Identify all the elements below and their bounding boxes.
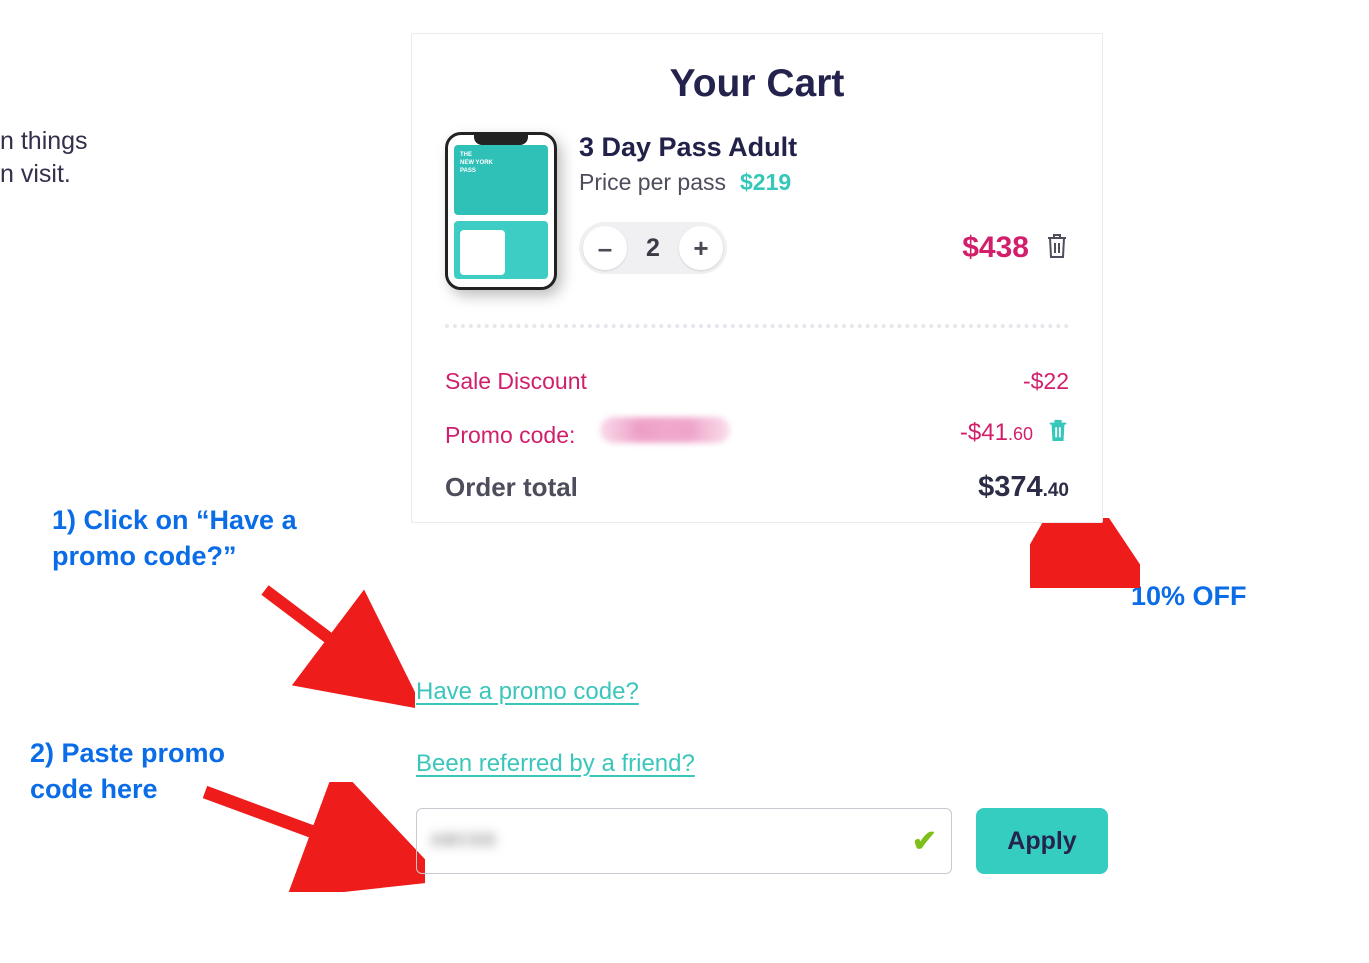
- promo-code-input-wrap: ABCDE ✔: [416, 808, 952, 874]
- promo-code-input[interactable]: [498, 827, 912, 855]
- redacted-promo-code: [600, 417, 730, 443]
- apply-button[interactable]: Apply: [976, 808, 1108, 874]
- sale-discount-row: Sale Discount -$22: [445, 368, 1069, 395]
- cart-item: THE NEW YORK PASS 3 Day Pass Adult Price…: [445, 132, 1069, 290]
- promo-code-value: -$41.60: [960, 419, 1033, 447]
- sale-discount-label: Sale Discount: [445, 368, 587, 395]
- check-icon: ✔: [912, 824, 937, 859]
- referred-by-friend-link[interactable]: Been referred by a friend?: [416, 750, 695, 778]
- order-total-value: $374.40: [978, 471, 1069, 504]
- cart-title: Your Cart: [445, 62, 1069, 106]
- cart-panel: Your Cart THE NEW YORK PASS 3 Day Pass A…: [411, 33, 1103, 523]
- order-total-label: Order total: [445, 472, 578, 503]
- annotation-step-2: 2) Paste promocode here: [30, 735, 225, 807]
- cart-item-name: 3 Day Pass Adult: [579, 132, 1069, 163]
- price-per-pass-label: Price per pass: [579, 169, 726, 196]
- clipped-line-1: n things: [0, 125, 88, 158]
- remove-item-button[interactable]: [1045, 232, 1069, 265]
- price-per-pass-row: Price per pass $219: [579, 169, 1069, 196]
- clipped-line-2: n visit.: [0, 158, 88, 191]
- trash-icon: [1047, 417, 1069, 443]
- cart-item-details: 3 Day Pass Adult Price per pass $219 – 2…: [579, 132, 1069, 274]
- arrow-step-1-icon: [255, 580, 415, 710]
- below-cart-section: Have a promo code? Been referred by a fr…: [416, 678, 1108, 874]
- qr-code-icon: [460, 230, 505, 275]
- order-summary: Sale Discount -$22 Promo code: -$41.60: [445, 368, 1069, 504]
- quantity-plus-button[interactable]: +: [679, 226, 723, 270]
- sale-discount-value: -$22: [1023, 368, 1069, 395]
- promo-code-label: Promo code:: [445, 417, 730, 449]
- divider: [445, 324, 1069, 328]
- promo-apply-row: ABCDE ✔ Apply: [416, 808, 1108, 874]
- arrow-step-2-icon: [195, 782, 425, 892]
- cart-item-line-total: $438: [962, 231, 1029, 265]
- remove-promo-button[interactable]: [1047, 417, 1069, 449]
- order-total-row: Order total $374.40: [445, 471, 1069, 504]
- annotation-step-1: 1) Click on “Have apromo code?”: [52, 502, 297, 574]
- promo-code-row: Promo code: -$41.60: [445, 417, 1069, 449]
- pass-preview-image: THE NEW YORK PASS: [445, 132, 557, 290]
- page-intro-clipped-text: n things n visit.: [0, 125, 88, 191]
- quantity-value: 2: [631, 234, 675, 263]
- annotation-discount-off: 10% OFF: [1131, 578, 1247, 614]
- quantity-minus-button[interactable]: –: [583, 226, 627, 270]
- arrow-discount-icon: [1030, 518, 1140, 588]
- have-promo-code-link[interactable]: Have a promo code?: [416, 678, 639, 706]
- price-per-pass-value: $219: [740, 169, 791, 196]
- trash-icon: [1045, 232, 1069, 260]
- redacted-input-value: ABCDE: [431, 832, 498, 850]
- quantity-stepper: – 2 +: [579, 222, 727, 274]
